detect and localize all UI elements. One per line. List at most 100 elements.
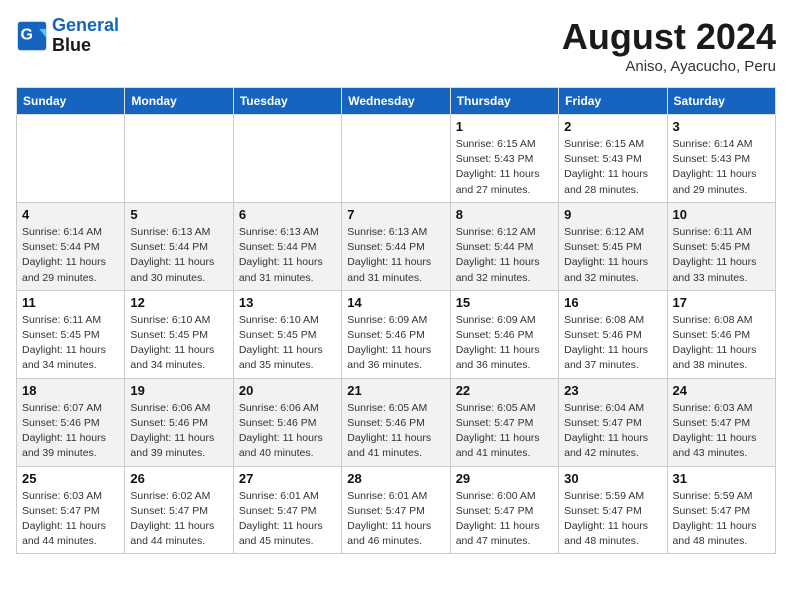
day-detail: Sunrise: 6:05 AM Sunset: 5:46 PM Dayligh… (347, 401, 444, 462)
day-detail: Sunrise: 6:03 AM Sunset: 5:47 PM Dayligh… (22, 489, 119, 550)
day-of-week-header: Tuesday (233, 88, 341, 115)
day-detail: Sunrise: 6:02 AM Sunset: 5:47 PM Dayligh… (130, 489, 227, 550)
day-detail: Sunrise: 6:08 AM Sunset: 5:46 PM Dayligh… (673, 313, 770, 374)
day-number: 16 (564, 295, 661, 310)
day-detail: Sunrise: 6:07 AM Sunset: 5:46 PM Dayligh… (22, 401, 119, 462)
calendar-week-row: 1 Sunrise: 6:15 AM Sunset: 5:43 PM Daylig… (17, 115, 776, 203)
calendar-week-row: 11Sunrise: 6:11 AM Sunset: 5:45 PM Dayli… (17, 290, 776, 378)
day-number: 19 (130, 383, 227, 398)
location-subtitle: Aniso, Ayacucho, Peru (562, 58, 776, 75)
calendar-day-cell: 14 Sunrise: 6:09 AM Sunset: 5:46 PM Dayli… (342, 290, 450, 378)
day-number: 22 (456, 383, 553, 398)
calendar-day-cell: 8Sunrise: 6:12 AM Sunset: 5:44 PM Daylig… (450, 202, 558, 290)
day-of-week-header: Wednesday (342, 88, 450, 115)
day-number: 20 (239, 383, 336, 398)
month-year-title: August 2024 (562, 16, 776, 58)
day-detail: Sunrise: 6:05 AM Sunset: 5:47 PM Dayligh… (456, 401, 553, 462)
day-detail: Sunrise: 6:09 AM Sunset: 5:46 PM Dayligh… (456, 313, 553, 374)
day-detail: Sunrise: 6:12 AM Sunset: 5:45 PM Dayligh… (564, 225, 661, 286)
calendar-day-cell: 21 Sunrise: 6:05 AM Sunset: 5:46 PM Dayli… (342, 378, 450, 466)
day-number: 14 (347, 295, 444, 310)
calendar-day-cell: 16 Sunrise: 6:08 AM Sunset: 5:46 PM Dayli… (559, 290, 667, 378)
day-number: 26 (130, 471, 227, 486)
calendar-day-cell: 7 Sunrise: 6:13 AM Sunset: 5:44 PM Daylig… (342, 202, 450, 290)
day-detail: Sunrise: 5:59 AM Sunset: 5:47 PM Dayligh… (564, 489, 661, 550)
day-of-week-header: Friday (559, 88, 667, 115)
day-of-week-header: Saturday (667, 88, 775, 115)
calendar-week-row: 18 Sunrise: 6:07 AM Sunset: 5:46 PM Dayli… (17, 378, 776, 466)
day-number: 7 (347, 207, 444, 222)
day-detail: Sunrise: 6:11 AM Sunset: 5:45 PM Dayligh… (22, 313, 119, 374)
day-number: 31 (673, 471, 770, 486)
day-detail: Sunrise: 6:01 AM Sunset: 5:47 PM Dayligh… (239, 489, 336, 550)
day-number: 25 (22, 471, 119, 486)
day-detail: Sunrise: 6:13 AM Sunset: 5:44 PM Dayligh… (130, 225, 227, 286)
day-detail: Sunrise: 6:12 AM Sunset: 5:44 PM Dayligh… (456, 225, 553, 286)
calendar-day-cell: 27Sunrise: 6:01 AM Sunset: 5:47 PM Dayli… (233, 466, 341, 554)
calendar-day-cell: 22 Sunrise: 6:05 AM Sunset: 5:47 PM Dayli… (450, 378, 558, 466)
day-detail: Sunrise: 6:08 AM Sunset: 5:46 PM Dayligh… (564, 313, 661, 374)
day-number: 2 (564, 119, 661, 134)
calendar-day-cell: 5 Sunrise: 6:13 AM Sunset: 5:44 PM Daylig… (125, 202, 233, 290)
day-detail: Sunrise: 6:01 AM Sunset: 5:47 PM Dayligh… (347, 489, 444, 550)
calendar-day-cell: 18 Sunrise: 6:07 AM Sunset: 5:46 PM Dayli… (17, 378, 125, 466)
calendar-day-cell: 2 Sunrise: 6:15 AM Sunset: 5:43 PM Daylig… (559, 115, 667, 203)
day-detail: Sunrise: 6:13 AM Sunset: 5:44 PM Dayligh… (239, 225, 336, 286)
day-number: 28 (347, 471, 444, 486)
calendar-day-cell: 28 Sunrise: 6:01 AM Sunset: 5:47 PM Dayli… (342, 466, 450, 554)
calendar-day-cell: 3Sunrise: 6:14 AM Sunset: 5:43 PM Daylig… (667, 115, 775, 203)
day-number: 17 (673, 295, 770, 310)
calendar-day-cell: 12 Sunrise: 6:10 AM Sunset: 5:45 PM Dayli… (125, 290, 233, 378)
calendar-day-cell: 23Sunrise: 6:04 AM Sunset: 5:47 PM Dayli… (559, 378, 667, 466)
day-number: 21 (347, 383, 444, 398)
day-detail: Sunrise: 6:15 AM Sunset: 5:43 PM Dayligh… (456, 137, 553, 198)
calendar-day-cell: 11Sunrise: 6:11 AM Sunset: 5:45 PM Dayli… (17, 290, 125, 378)
day-detail: Sunrise: 6:00 AM Sunset: 5:47 PM Dayligh… (456, 489, 553, 550)
day-detail: Sunrise: 6:03 AM Sunset: 5:47 PM Dayligh… (673, 401, 770, 462)
calendar-day-cell: 1 Sunrise: 6:15 AM Sunset: 5:43 PM Daylig… (450, 115, 558, 203)
calendar-day-cell: 9Sunrise: 6:12 AM Sunset: 5:45 PM Daylig… (559, 202, 667, 290)
day-number: 5 (130, 207, 227, 222)
day-detail: Sunrise: 6:10 AM Sunset: 5:45 PM Dayligh… (130, 313, 227, 374)
day-number: 1 (456, 119, 553, 134)
day-of-week-header: Monday (125, 88, 233, 115)
title-block: August 2024 Aniso, Ayacucho, Peru (562, 16, 776, 75)
page-header: G General Blue August 2024 Aniso, Ayacuc… (16, 16, 776, 75)
calendar-day-cell (233, 115, 341, 203)
day-number: 15 (456, 295, 553, 310)
logo-text: General Blue (52, 16, 119, 56)
svg-text:G: G (20, 26, 32, 43)
logo: G General Blue (16, 16, 119, 56)
calendar-week-row: 25 Sunrise: 6:03 AM Sunset: 5:47 PM Dayli… (17, 466, 776, 554)
day-number: 12 (130, 295, 227, 310)
day-number: 4 (22, 207, 119, 222)
calendar-day-cell (17, 115, 125, 203)
day-detail: Sunrise: 6:15 AM Sunset: 5:43 PM Dayligh… (564, 137, 661, 198)
day-number: 24 (673, 383, 770, 398)
calendar-day-cell: 13Sunrise: 6:10 AM Sunset: 5:45 PM Dayli… (233, 290, 341, 378)
calendar-day-cell: 29 Sunrise: 6:00 AM Sunset: 5:47 PM Dayli… (450, 466, 558, 554)
day-detail: Sunrise: 6:06 AM Sunset: 5:46 PM Dayligh… (130, 401, 227, 462)
day-detail: Sunrise: 6:14 AM Sunset: 5:44 PM Dayligh… (22, 225, 119, 286)
calendar-body: 1 Sunrise: 6:15 AM Sunset: 5:43 PM Daylig… (17, 115, 776, 554)
day-detail: Sunrise: 5:59 AM Sunset: 5:47 PM Dayligh… (673, 489, 770, 550)
calendar-day-cell: 4 Sunrise: 6:14 AM Sunset: 5:44 PM Daylig… (17, 202, 125, 290)
calendar-day-cell: 25 Sunrise: 6:03 AM Sunset: 5:47 PM Dayli… (17, 466, 125, 554)
calendar-week-row: 4 Sunrise: 6:14 AM Sunset: 5:44 PM Daylig… (17, 202, 776, 290)
day-of-week-header: Thursday (450, 88, 558, 115)
day-number: 10 (673, 207, 770, 222)
calendar-day-cell: 31 Sunrise: 5:59 AM Sunset: 5:47 PM Dayli… (667, 466, 775, 554)
calendar-day-cell: 19 Sunrise: 6:06 AM Sunset: 5:46 PM Dayli… (125, 378, 233, 466)
calendar-table: SundayMondayTuesdayWednesdayThursdayFrid… (16, 87, 776, 554)
calendar-day-cell: 26 Sunrise: 6:02 AM Sunset: 5:47 PM Dayli… (125, 466, 233, 554)
day-number: 30 (564, 471, 661, 486)
calendar-day-cell: 10 Sunrise: 6:11 AM Sunset: 5:45 PM Dayli… (667, 202, 775, 290)
day-of-week-header: Sunday (17, 88, 125, 115)
day-detail: Sunrise: 6:11 AM Sunset: 5:45 PM Dayligh… (673, 225, 770, 286)
day-detail: Sunrise: 6:09 AM Sunset: 5:46 PM Dayligh… (347, 313, 444, 374)
day-detail: Sunrise: 6:04 AM Sunset: 5:47 PM Dayligh… (564, 401, 661, 462)
day-detail: Sunrise: 6:13 AM Sunset: 5:44 PM Dayligh… (347, 225, 444, 286)
day-number: 13 (239, 295, 336, 310)
day-number: 18 (22, 383, 119, 398)
day-number: 29 (456, 471, 553, 486)
